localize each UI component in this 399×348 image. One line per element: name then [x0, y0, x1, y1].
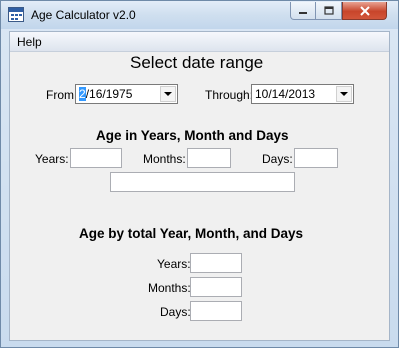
total-days-field[interactable] — [190, 301, 242, 321]
minimize-icon — [299, 11, 307, 14]
from-date-value: 2/16/1975 — [79, 87, 133, 101]
client-area: Help Select date range From: 2/16/1975 T… — [9, 31, 390, 341]
total-months-field[interactable] — [190, 277, 242, 297]
menu-help[interactable]: Help — [17, 35, 42, 49]
calendar-icon — [8, 7, 24, 22]
window-title: Age Calculator v2.0 — [31, 8, 136, 22]
ymd-days-label: Days: — [262, 152, 293, 166]
through-label: Through: — [205, 88, 254, 102]
close-icon — [359, 5, 370, 16]
total-years-field[interactable] — [190, 253, 242, 273]
maximize-button[interactable] — [316, 2, 342, 20]
maximize-icon — [323, 5, 334, 15]
ymd-years-label: Years: — [35, 152, 69, 166]
through-date-value: 10/14/2013 — [255, 87, 316, 101]
ymd-years-field[interactable] — [70, 148, 122, 168]
from-label: From: — [46, 88, 78, 102]
select-range-heading: Select date range — [130, 53, 264, 72]
total-days-label: Days: — [160, 305, 191, 319]
ymd-summary-field[interactable] — [110, 172, 295, 192]
ymd-heading: Age in Years, Month and Days — [96, 128, 289, 143]
close-button[interactable] — [342, 2, 387, 20]
total-months-label: Months: — [148, 281, 191, 295]
title-bar[interactable]: Age Calculator v2.0 — [1, 1, 398, 29]
through-date-picker[interactable]: 10/14/2013 — [251, 84, 354, 104]
total-years-label: Years: — [157, 257, 191, 271]
ymd-months-field[interactable] — [187, 148, 231, 168]
from-date-month[interactable]: 2 — [79, 87, 86, 101]
minimize-button[interactable] — [290, 2, 316, 20]
total-heading: Age by total Year, Month, and Days — [79, 226, 304, 241]
from-dropdown-button[interactable] — [160, 86, 176, 102]
ymd-months-label: Months: — [143, 152, 186, 166]
app-window: Age Calculator v2.0 Help Select date ran… — [0, 0, 399, 348]
through-dropdown-button[interactable] — [336, 86, 352, 102]
from-date-picker[interactable]: 2/16/1975 — [75, 84, 178, 104]
menu-bar: Help — [10, 32, 389, 52]
ymd-days-field[interactable] — [294, 148, 338, 168]
